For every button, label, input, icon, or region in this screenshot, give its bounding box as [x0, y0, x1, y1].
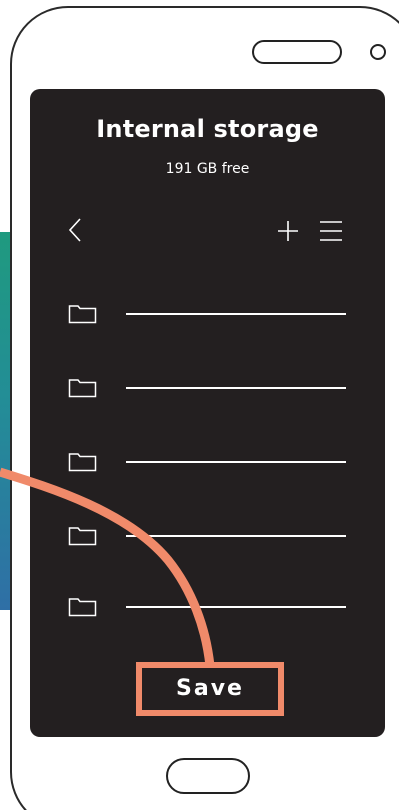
- save-button[interactable]: Save: [136, 662, 284, 716]
- folder-icon: [68, 452, 98, 472]
- chevron-left-icon[interactable]: [66, 217, 86, 243]
- folder-icon: [68, 304, 98, 324]
- plus-icon[interactable]: [276, 219, 300, 243]
- folder-list-item[interactable]: [68, 597, 346, 617]
- hamburger-menu-icon[interactable]: [318, 219, 344, 243]
- folder-name-placeholder: [126, 461, 346, 463]
- folder-icon: [68, 526, 98, 546]
- speaker-grille: [252, 40, 342, 64]
- front-camera: [370, 44, 386, 60]
- storage-free-space: 191 GB free: [165, 161, 250, 177]
- folder-name-placeholder: [126, 535, 346, 537]
- home-button[interactable]: [166, 758, 250, 794]
- folder-list-item[interactable]: [68, 304, 346, 324]
- folder-icon: [68, 597, 98, 617]
- folder-name-placeholder: [126, 606, 346, 608]
- folder-list-item[interactable]: [68, 452, 346, 472]
- folder-icon: [68, 378, 98, 398]
- phone-screen: Internal storage 191 GB free Save: [30, 89, 385, 737]
- folder-name-placeholder: [126, 313, 346, 315]
- folder-list-item[interactable]: [68, 526, 346, 546]
- folder-name-placeholder: [126, 387, 346, 389]
- illustration-canvas: Internal storage 191 GB free Save: [0, 0, 399, 810]
- storage-title: Internal storage: [96, 115, 319, 143]
- folder-list-item[interactable]: [68, 378, 346, 398]
